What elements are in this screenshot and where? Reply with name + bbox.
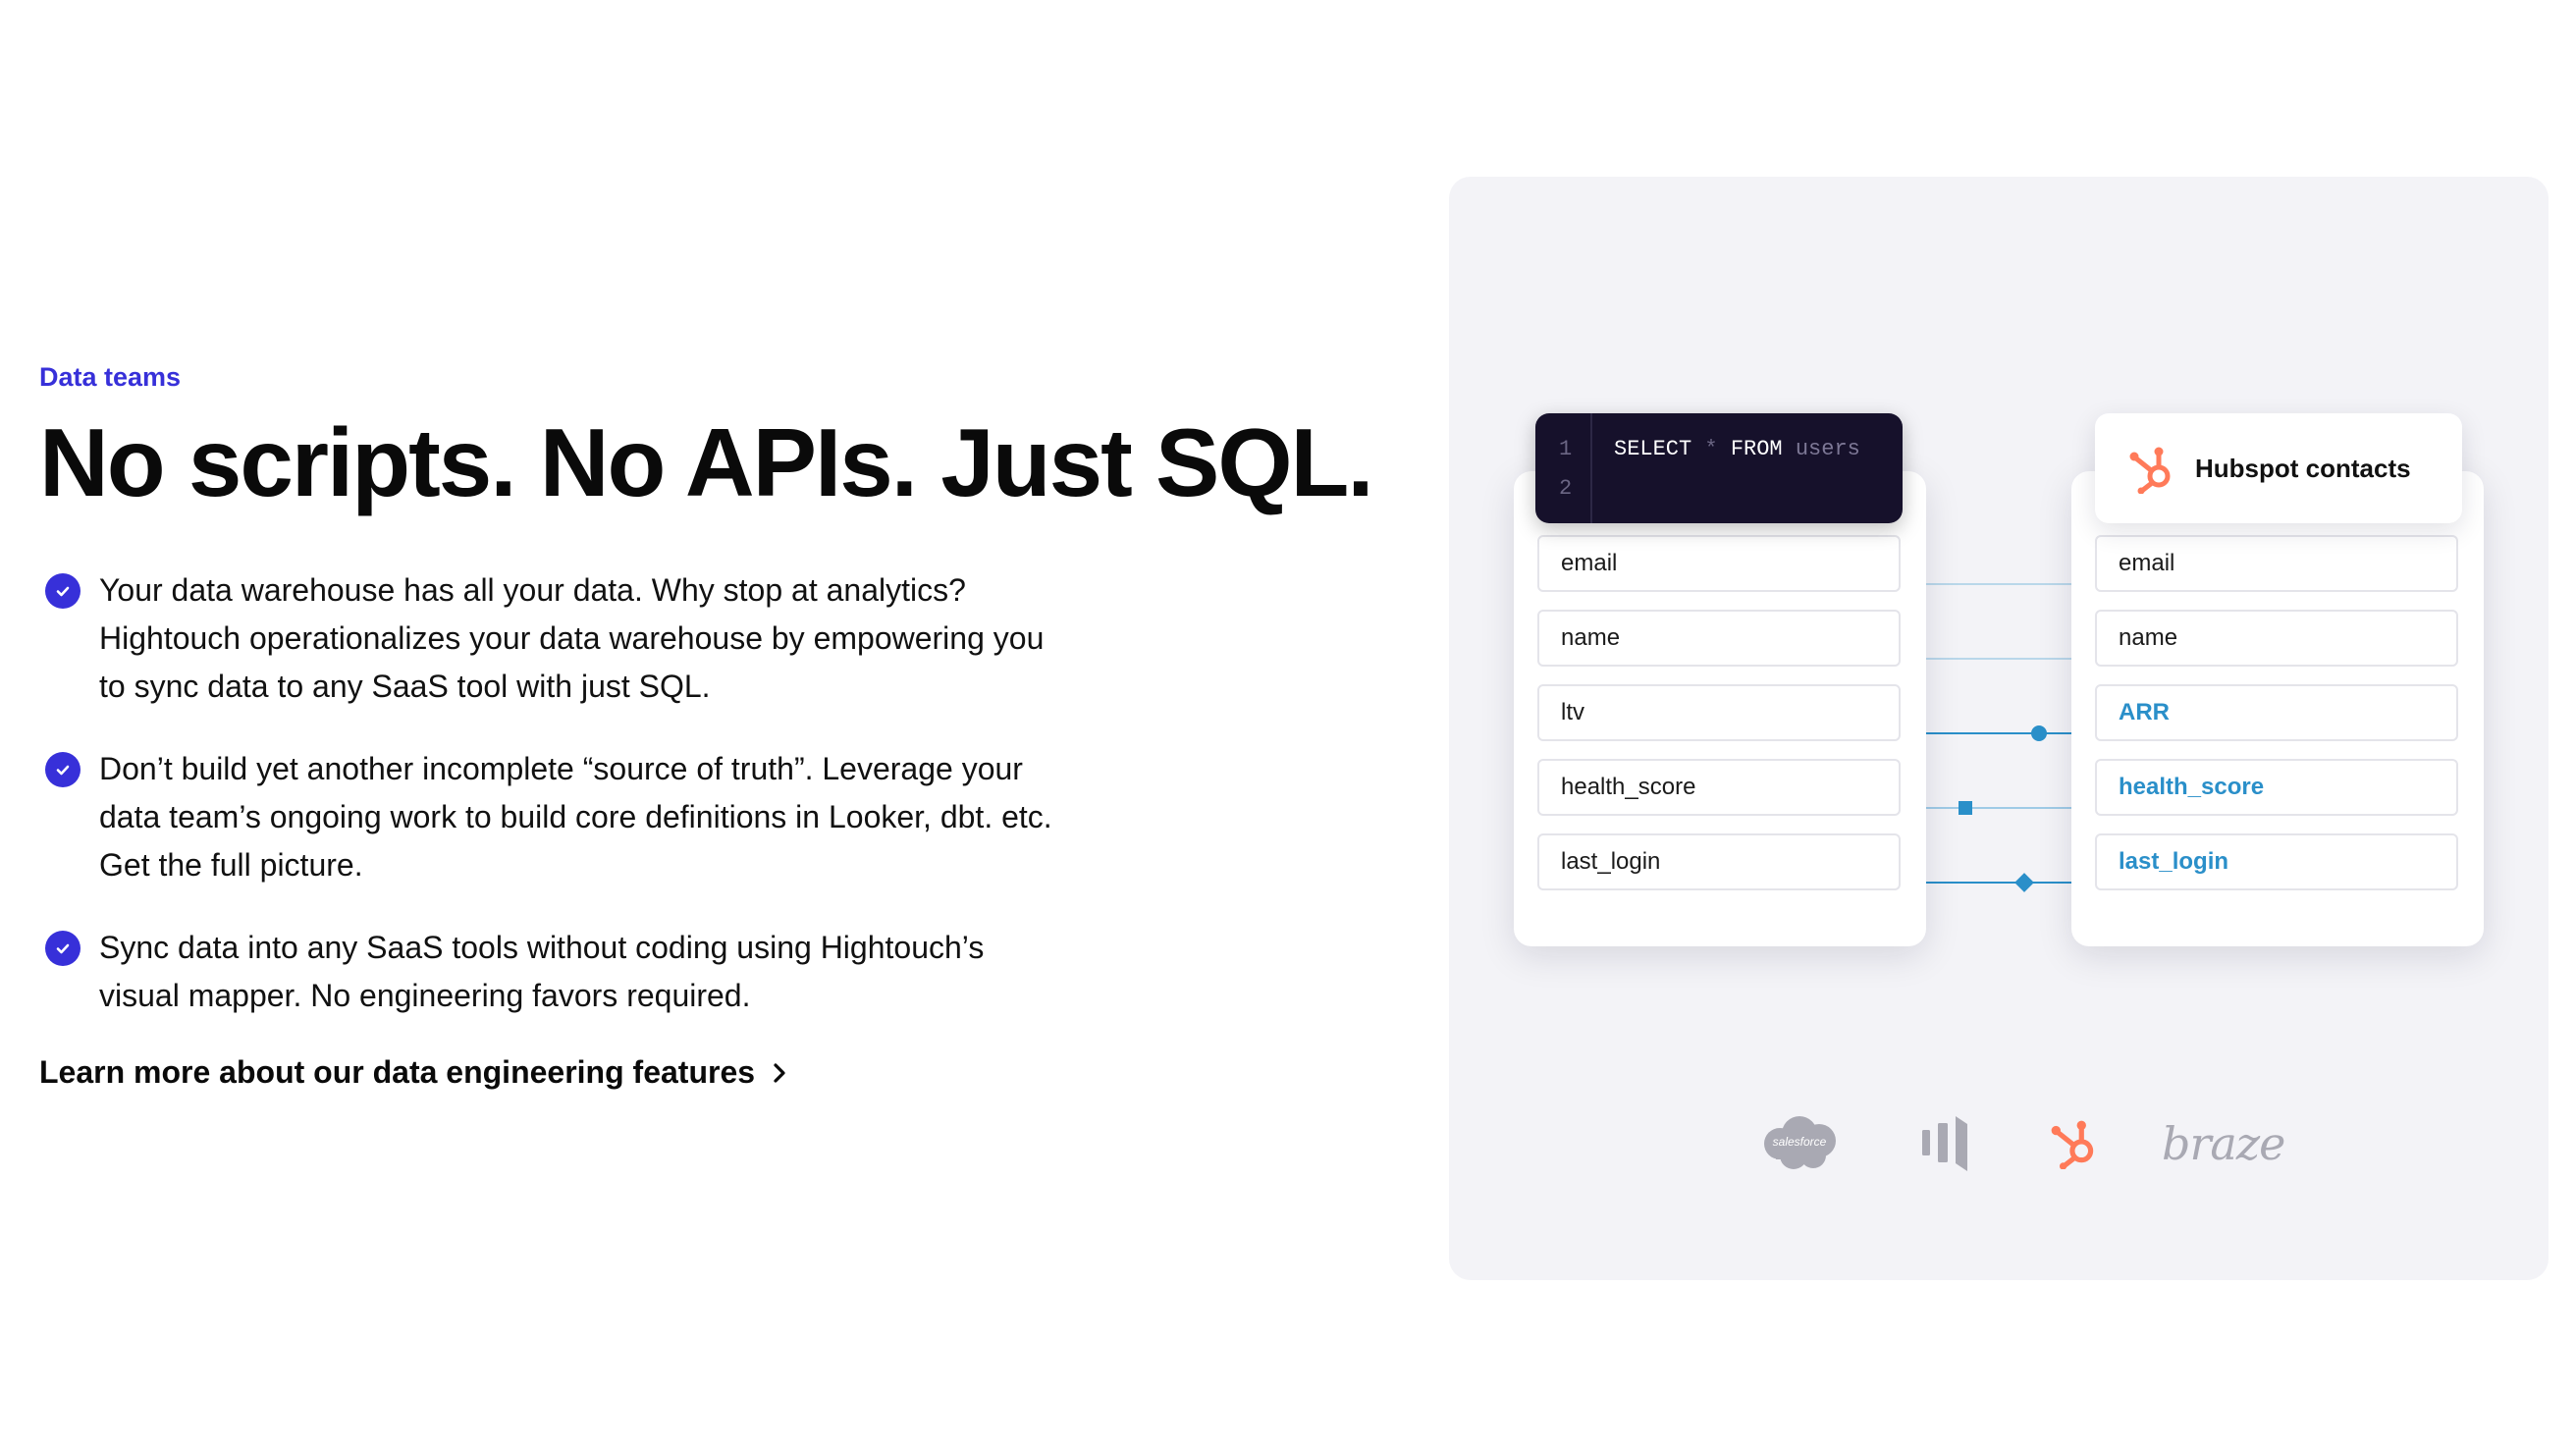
sql-editor: 1 2 SELECT * FROM users: [1535, 413, 1903, 523]
dest-field-email: email: [2095, 535, 2458, 592]
feature-text: Sync data into any SaaS tools without co…: [99, 930, 985, 1013]
salesforce-wordmark: salesforce: [1772, 1135, 1827, 1149]
dest-field-name: name: [2095, 610, 2458, 667]
check-icon: [45, 752, 80, 787]
learn-more-link[interactable]: Learn more about our data engineering fe…: [39, 1054, 786, 1091]
destination-title: Hubspot contacts: [2195, 453, 2411, 483]
sql-table: users: [1795, 437, 1860, 461]
dest-field-arr: ARR: [2095, 684, 2458, 741]
feature-text: Don’t build yet another incomplete “sour…: [99, 751, 1052, 883]
feature-item: Your data warehouse has all your data. W…: [39, 566, 1060, 711]
check-icon: [45, 573, 80, 609]
hubspot-icon: [2129, 447, 2171, 494]
check-icon: [45, 931, 80, 966]
dest-field-health-score: health_score: [2095, 759, 2458, 816]
sql-operator: *: [1704, 437, 1718, 461]
section-eyebrow: Data teams: [39, 362, 182, 392]
braze-logo: braze: [2162, 1117, 2285, 1170]
source-card: email name ltv health_score last_login: [1514, 471, 1926, 946]
line-number: 1: [1559, 437, 1573, 461]
mapping-diagram: email name ltv health_score last_login e…: [1449, 177, 2549, 1280]
source-field-ltv: ltv: [1537, 684, 1901, 741]
feature-item: Sync data into any SaaS tools without co…: [39, 924, 1060, 1020]
chevron-right-icon: [774, 1062, 785, 1083]
hubspot-icon: [2051, 1120, 2094, 1169]
page-title: No scripts. No APIs. Just SQL.: [39, 408, 1374, 516]
destination-card: email name ARR health_score last_login: [2071, 471, 2484, 946]
salesforce-logo: salesforce: [1758, 1114, 1841, 1173]
sql-query: SELECT * FROM users: [1614, 437, 1860, 461]
dest-field-last-login: last_login: [2095, 833, 2458, 890]
mixpanel-icon: [1922, 1116, 1967, 1171]
feature-list: Your data warehouse has all your data. W…: [39, 566, 1060, 1054]
sql-select-keyword: SELECT: [1614, 437, 1692, 461]
learn-more-label: Learn more about our data engineering fe…: [39, 1054, 756, 1090]
source-field-name: name: [1537, 610, 1901, 667]
sql-from-keyword: FROM: [1730, 437, 1783, 461]
line-gutter: 1 2: [1535, 413, 1592, 523]
source-field-health-score: health_score: [1537, 759, 1901, 816]
feature-item: Don’t build yet another incomplete “sour…: [39, 745, 1060, 889]
source-field-email: email: [1537, 535, 1901, 592]
destination-header: Hubspot contacts: [2095, 413, 2462, 523]
line-number: 2: [1559, 476, 1573, 501]
source-field-last-login: last_login: [1537, 833, 1901, 890]
feature-text: Your data warehouse has all your data. W…: [99, 572, 1045, 704]
